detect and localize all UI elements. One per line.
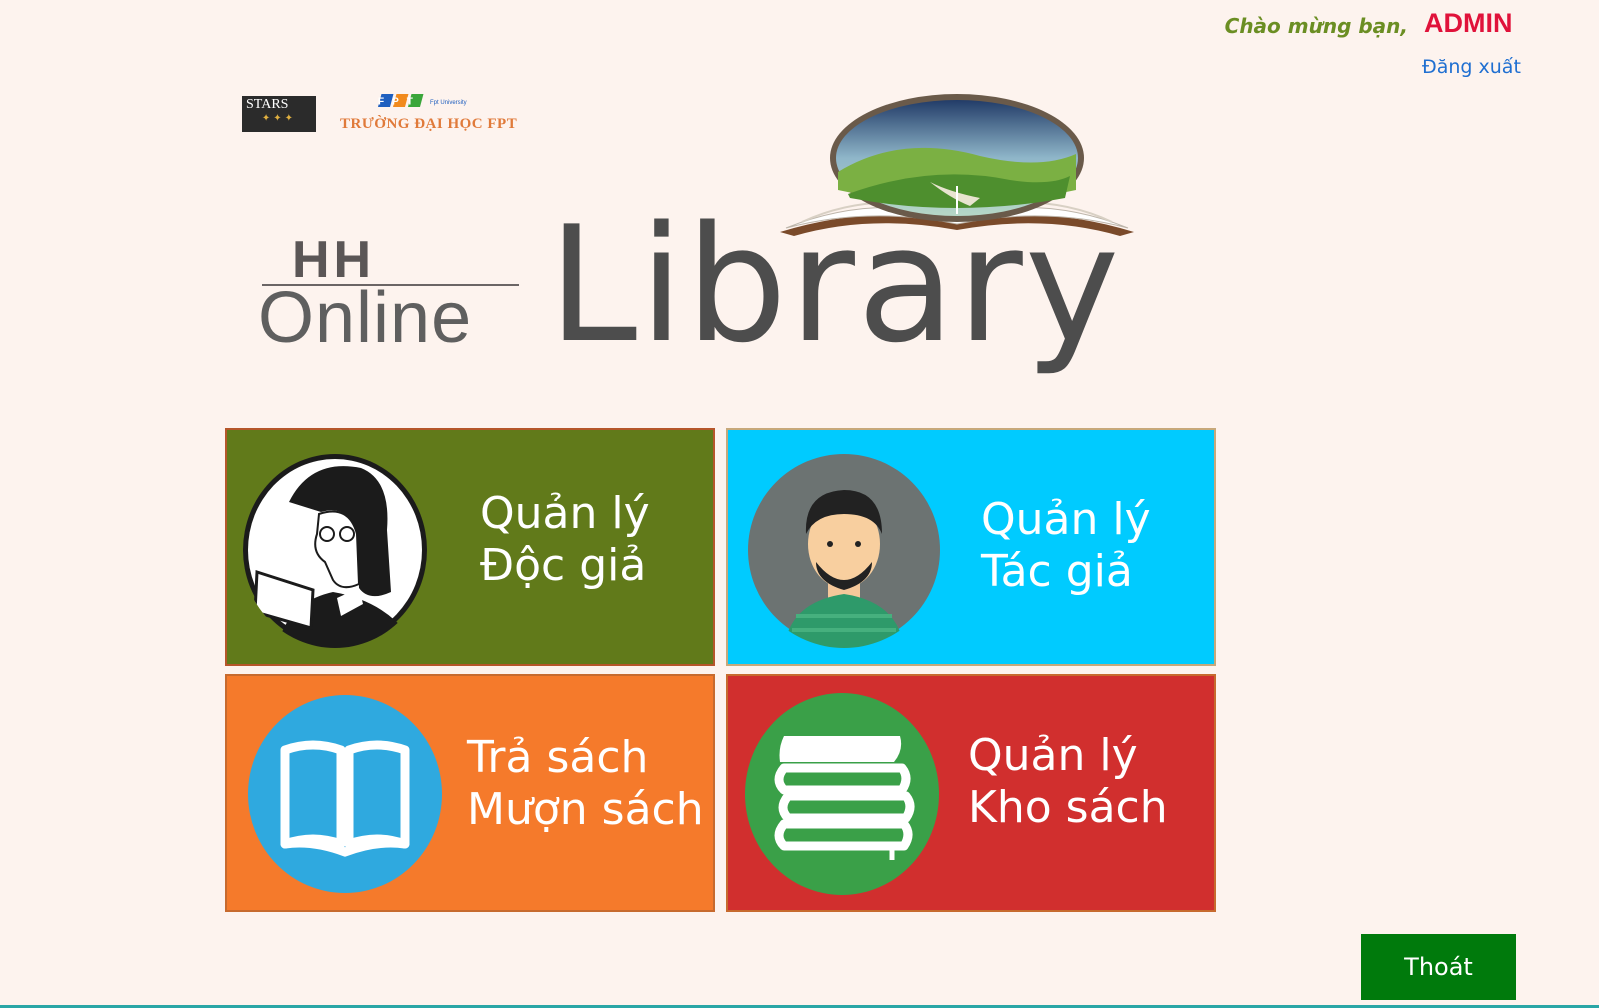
tile-label-line1: Quản lý [981, 494, 1151, 545]
tile-label-line1: Trả sách [467, 732, 649, 783]
tile-label-line1: Quản lý [968, 730, 1138, 781]
manage-readers-tile[interactable]: Quản lý Độc giả [225, 428, 715, 666]
tile-label-line2: Mượn sách [467, 784, 704, 835]
exit-button[interactable]: Thoát [1361, 934, 1516, 1000]
open-book-icon [248, 695, 442, 893]
tile-label-line2: Độc giả [480, 540, 647, 591]
stacked-books-icon [745, 693, 939, 895]
stars-logo: STARS ✦✦✦ [242, 96, 316, 132]
fpt-logo-small: Fpt University [430, 100, 467, 106]
tile-label-line1: Quản lý [480, 488, 650, 539]
tile-label-line2: Kho sách [968, 782, 1168, 833]
stars-logo-text: STARS [246, 97, 289, 112]
stars-logo-dots: ✦✦✦ [261, 113, 297, 124]
fpt-caption: TRƯỜNG ĐẠI HỌC FPT [340, 116, 518, 132]
logout-link[interactable]: Đăng xuất [1422, 56, 1521, 78]
manage-authors-tile[interactable]: Quản lý Tác giả [726, 428, 1216, 666]
welcome-label: Chào mừng bạn, [1224, 14, 1408, 38]
borrow-return-books-tile[interactable]: Trả sách Mượn sách [225, 674, 715, 912]
fpt-logo-letters: FPT [378, 97, 421, 108]
open-book-globe-icon [780, 94, 1134, 236]
online-text: Online [258, 278, 473, 358]
reader-avatar-icon [243, 454, 427, 648]
tile-label-line2: Tác giả [981, 546, 1133, 597]
author-avatar-icon [748, 454, 940, 648]
username: ADMIN [1424, 8, 1513, 38]
hh-mark: HH [292, 231, 376, 289]
manage-book-stock-tile[interactable]: Quản lý Kho sách [726, 674, 1216, 912]
